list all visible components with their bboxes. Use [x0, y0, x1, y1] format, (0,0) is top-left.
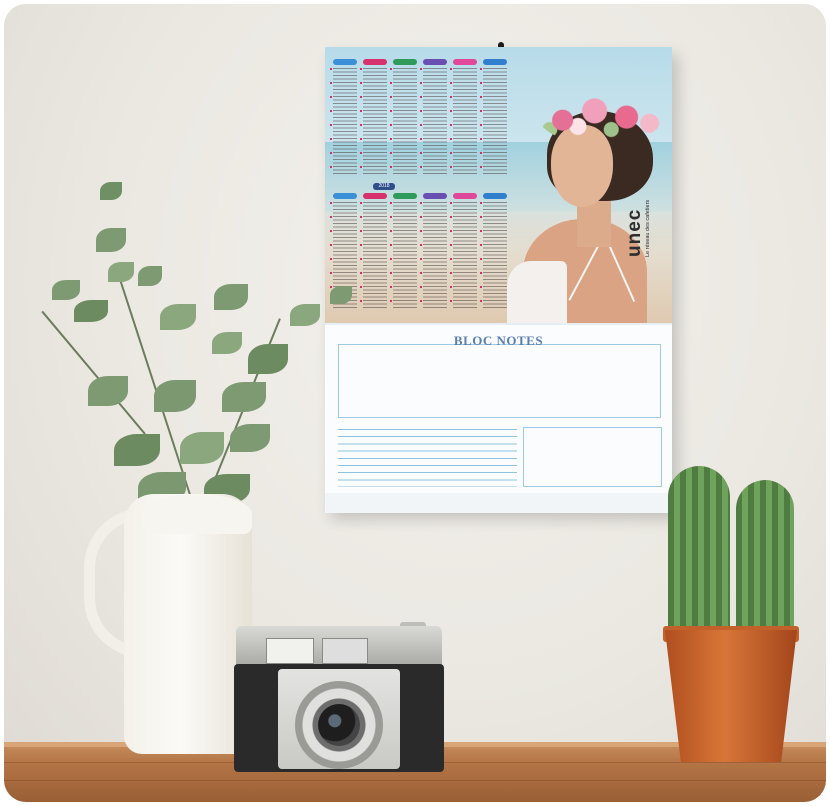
leaf	[74, 300, 108, 322]
shelf-grain	[4, 780, 826, 781]
month-column	[420, 59, 447, 177]
terracotta-pot	[665, 630, 797, 762]
notes-title: BLOC NOTES	[453, 333, 544, 348]
wall-calendar: 2018 unec Le réseau des cafetiers BLOC N…	[325, 47, 672, 513]
brand-name: unec	[624, 208, 645, 257]
leaf	[330, 286, 352, 304]
flower-crown	[537, 83, 665, 145]
month-column	[390, 193, 417, 311]
month-column	[330, 59, 357, 177]
leaf	[100, 182, 122, 200]
leaf	[138, 266, 162, 286]
white-dress	[507, 261, 567, 323]
leaf	[114, 434, 160, 466]
leaf	[160, 304, 196, 330]
month-column	[360, 59, 387, 177]
leaf	[248, 344, 288, 374]
leaf	[290, 304, 320, 326]
camera-viewfinder	[266, 638, 314, 664]
cactus-stem-right	[736, 480, 794, 638]
month-column	[450, 59, 477, 177]
leaf	[88, 376, 128, 406]
photo-frame: 2018 unec Le réseau des cafetiers BLOC N…	[4, 4, 826, 802]
month-column	[390, 59, 417, 177]
leaf	[52, 280, 80, 300]
notes-box-large	[338, 344, 661, 418]
brand-tagline: Le réseau des cafetiers	[645, 199, 651, 257]
leaf	[230, 424, 270, 452]
camera-lens	[318, 704, 360, 746]
month-column	[480, 59, 507, 177]
notes-footer	[325, 493, 672, 513]
month-grid: 2018	[330, 59, 509, 317]
pitcher-neck	[142, 494, 252, 534]
month-column	[360, 193, 387, 311]
brand-logo: unec Le réseau des cafetiers	[624, 167, 655, 257]
leaf	[212, 332, 242, 354]
leaf	[96, 228, 126, 252]
leaf	[108, 262, 134, 282]
leaf	[180, 432, 224, 464]
leaf	[154, 380, 196, 412]
calendar-photo: 2018 unec Le réseau des cafetiers	[325, 47, 672, 323]
notes-block: BLOC NOTES	[325, 323, 672, 513]
leaf	[214, 284, 248, 310]
camera-light-meter	[322, 638, 368, 664]
month-column	[450, 193, 477, 311]
month-column	[480, 193, 507, 311]
month-column	[420, 193, 447, 311]
leaf	[222, 382, 266, 412]
notes-box-small	[523, 427, 662, 487]
year-tag: 2018	[373, 183, 395, 190]
notes-ruled-lines	[338, 429, 517, 487]
cactus-stem-left	[668, 466, 730, 638]
stem	[41, 310, 146, 435]
